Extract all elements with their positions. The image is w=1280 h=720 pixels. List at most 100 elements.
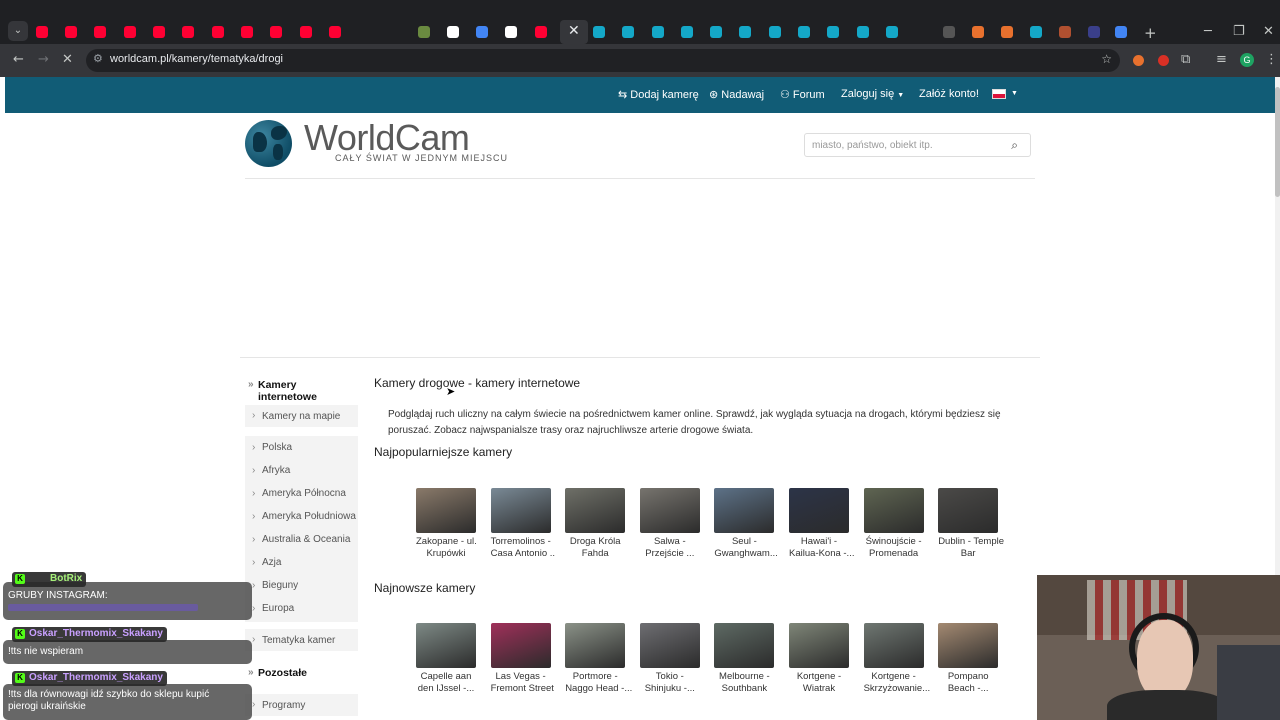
- camera-caption[interactable]: Droga Króla Fahda: [565, 536, 625, 560]
- sidebar-item-asia[interactable]: › Azja: [245, 557, 358, 568]
- camera-preview-image[interactable]: [565, 488, 626, 533]
- camera-preview-image[interactable]: [789, 488, 849, 533]
- browser-menu-icon[interactable]: ⋮: [1265, 52, 1278, 67]
- camera-thumbnail[interactable]: Kortgene - Skrzyżowanie...: [863, 623, 931, 695]
- new-tab-button[interactable]: +: [1144, 24, 1157, 42]
- camera-thumbnail[interactable]: Salwa - Przejście ...: [639, 488, 700, 560]
- search-input[interactable]: miasto, państwo, obiekt itp. ⌕: [804, 133, 1031, 157]
- search-icon[interactable]: ⌕: [1011, 138, 1018, 153]
- camera-thumbnail[interactable]: Seul - Gwanghwam...: [714, 488, 778, 560]
- close-window-button[interactable]: ✕: [1263, 24, 1274, 39]
- browser-tab[interactable]: [588, 21, 610, 43]
- camera-preview-image[interactable]: [938, 623, 999, 668]
- camera-thumbnail[interactable]: Kortgene - Wiatrak: [789, 623, 849, 695]
- camera-caption[interactable]: Torremolinos - Casa Antonio ..: [491, 536, 555, 560]
- camera-preview-image[interactable]: [416, 488, 476, 533]
- site-info-icon[interactable]: ⚙: [93, 52, 103, 65]
- camera-caption[interactable]: Zakopane - ul. Krupówki: [416, 536, 477, 560]
- browser-tab[interactable]: [324, 21, 346, 43]
- extension-icon[interactable]: [1158, 55, 1169, 66]
- sidebar-item-programs[interactable]: › Programy: [245, 694, 358, 716]
- camera-preview-image[interactable]: [863, 488, 924, 533]
- browser-tab[interactable]: [938, 21, 960, 43]
- sidebar-item-south-america[interactable]: › Ameryka Południowa: [245, 511, 358, 522]
- camera-thumbnail[interactable]: Zakopane - ul. Krupówki: [416, 488, 477, 560]
- camera-caption[interactable]: Świnoujście - Promenada: [864, 536, 924, 560]
- add-camera-link[interactable]: ⇆ Dodaj kamerę: [618, 88, 699, 101]
- media-control-icon[interactable]: ≡: [1216, 52, 1227, 67]
- browser-tab[interactable]: [471, 21, 493, 43]
- camera-preview-image[interactable]: [639, 623, 700, 668]
- camera-preview-image[interactable]: [490, 623, 551, 668]
- sidebar-item-other[interactable]: » Pozostałe: [245, 667, 358, 679]
- sidebar-item-poland[interactable]: › Polska: [245, 442, 358, 453]
- camera-caption[interactable]: Portmore - Naggo Head -...: [565, 671, 632, 695]
- browser-tab[interactable]: [617, 21, 639, 43]
- camera-caption[interactable]: Kortgene - Skrzyżowanie...: [864, 671, 931, 695]
- browser-tab[interactable]: [119, 21, 141, 43]
- minimize-button[interactable]: ─: [1204, 24, 1212, 39]
- stop-loading-button[interactable]: ✕: [62, 52, 73, 67]
- browser-tab[interactable]: [89, 21, 111, 43]
- camera-preview-image[interactable]: [938, 488, 999, 533]
- camera-preview-image[interactable]: [639, 488, 700, 533]
- browser-tab[interactable]: [236, 21, 258, 43]
- sidebar-item-map[interactable]: › Kamery na mapie: [245, 405, 358, 427]
- camera-preview-image[interactable]: [714, 623, 775, 668]
- camera-caption[interactable]: Salwa - Przejście ...: [640, 536, 700, 560]
- sidebar-item-topics[interactable]: › Tematyka kamer: [245, 629, 358, 651]
- sidebar-item-africa[interactable]: › Afryka: [245, 465, 358, 476]
- browser-tab[interactable]: [705, 21, 727, 43]
- browser-tab[interactable]: [265, 21, 287, 43]
- browser-tab[interactable]: [734, 21, 756, 43]
- language-flag-icon[interactable]: [992, 89, 1006, 99]
- sidebar-item-north-america[interactable]: › Ameryka Północna: [245, 488, 358, 499]
- caret-down-icon[interactable]: ▼: [1011, 90, 1018, 97]
- browser-tab[interactable]: [413, 21, 435, 43]
- camera-caption[interactable]: Hawai'i - Kailua-Kona -...: [789, 536, 854, 560]
- browser-tab[interactable]: [31, 21, 53, 43]
- browser-tab[interactable]: [852, 21, 874, 43]
- sidebar-item-europe[interactable]: › Europa: [245, 603, 358, 614]
- browser-tab[interactable]: [177, 21, 199, 43]
- bookmark-star-icon[interactable]: ☆: [1101, 52, 1112, 66]
- browser-tab[interactable]: [530, 21, 552, 43]
- sidebar-item-australia[interactable]: › Australia & Oceania: [245, 534, 358, 545]
- browser-tab[interactable]: [207, 21, 229, 43]
- camera-thumbnail[interactable]: Pompano Beach -...: [938, 623, 999, 695]
- camera-thumbnail[interactable]: Melbourne - Southbank: [714, 623, 775, 695]
- camera-thumbnail[interactable]: Las Vegas - Fremont Street: [490, 623, 554, 695]
- extensions-puzzle-icon[interactable]: ⧉: [1181, 52, 1190, 67]
- register-link[interactable]: Załóż konto!: [919, 88, 979, 100]
- sidebar-item-poles[interactable]: › Bieguny: [245, 580, 358, 591]
- browser-tab[interactable]: [764, 21, 786, 43]
- browser-tab[interactable]: [1025, 21, 1047, 43]
- address-bar[interactable]: ⚙ worldcam.pl/kamery/tematyka/drogi ☆: [86, 49, 1120, 72]
- camera-caption[interactable]: Capelle aan den IJssel -...: [416, 671, 476, 695]
- camera-caption[interactable]: Melbourne - Southbank: [714, 671, 774, 695]
- camera-thumbnail[interactable]: Dublin - Temple Bar: [938, 488, 1004, 560]
- camera-preview-image[interactable]: [714, 488, 775, 533]
- camera-thumbnail[interactable]: Tokio - Shinjuku -...: [639, 623, 700, 695]
- browser-tab[interactable]: [822, 21, 844, 43]
- browser-tab[interactable]: [1110, 21, 1132, 43]
- camera-caption[interactable]: Las Vegas - Fremont Street: [491, 671, 554, 695]
- camera-caption[interactable]: Dublin - Temple Bar: [938, 536, 1004, 560]
- forum-link[interactable]: ⚇ Forum: [780, 88, 825, 101]
- browser-tab[interactable]: [996, 21, 1018, 43]
- scrollbar-thumb[interactable]: [1275, 87, 1280, 197]
- forward-button[interactable]: →: [38, 52, 49, 67]
- camera-thumbnail[interactable]: Torremolinos - Casa Antonio ..: [490, 488, 555, 560]
- close-tab-icon[interactable]: ✕: [568, 23, 580, 39]
- browser-tab[interactable]: [647, 21, 669, 43]
- camera-preview-image[interactable]: [490, 488, 551, 533]
- browser-tab[interactable]: [60, 21, 82, 43]
- browser-tab[interactable]: [442, 21, 464, 43]
- extension-icon[interactable]: [1133, 55, 1144, 66]
- maximize-button[interactable]: ❐: [1233, 24, 1245, 39]
- browser-tab[interactable]: [793, 21, 815, 43]
- camera-caption[interactable]: Seul - Gwanghwam...: [714, 536, 777, 560]
- camera-thumbnail[interactable]: Portmore - Naggo Head -...: [565, 623, 632, 695]
- camera-thumbnail[interactable]: Droga Króla Fahda: [565, 488, 626, 560]
- browser-tab[interactable]: [1054, 21, 1076, 43]
